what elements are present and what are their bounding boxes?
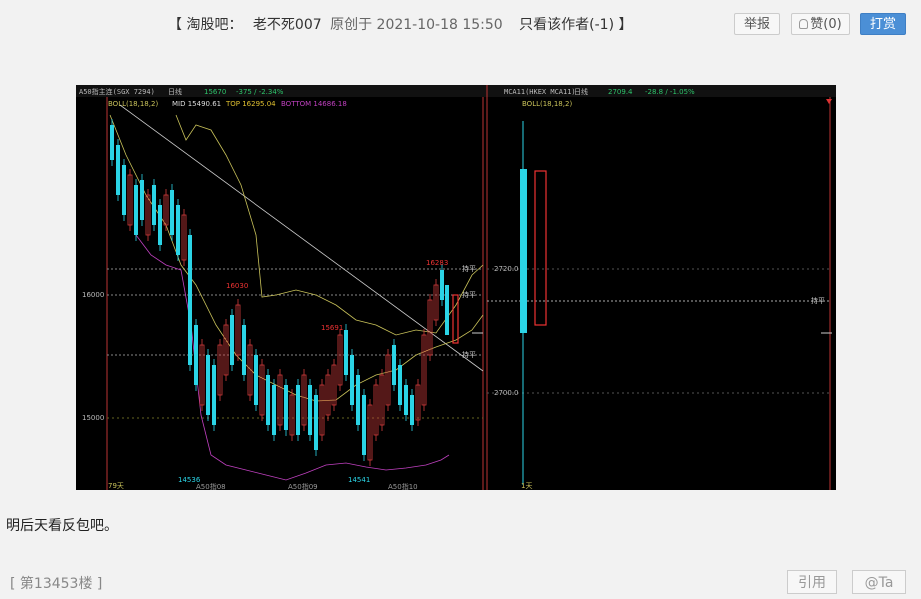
like-button[interactable]: 赞(0) — [791, 13, 850, 35]
at-button[interactable]: @Ta — [852, 570, 906, 594]
left-level-label-3: 持平 — [462, 350, 476, 359]
right-price: 2709.4 — [608, 88, 633, 96]
right-level-label: 持平 — [811, 296, 825, 305]
left-bottom-label-3: A50指09 — [288, 482, 318, 490]
post-body-text: 明后天看反包吧。 — [6, 518, 118, 534]
left-bottom-label-2: A50指08 — [196, 482, 226, 490]
left-bottom-label-1: 79天 — [108, 482, 124, 490]
left-annotation-3: 15691 — [321, 324, 343, 332]
like-label: 赞(0) — [810, 17, 842, 32]
report-button[interactable]: 举报 — [734, 13, 780, 35]
left-change: -375 / -2.34% — [236, 88, 284, 96]
bracket-close: 】 — [618, 17, 633, 33]
post-meta: 原创于 2021-10-18 15:50 — [330, 17, 503, 33]
left-bottom-label-4: A50指10 — [388, 482, 418, 490]
left-bottom: BOTTOM 14686.18 — [281, 100, 347, 108]
right-candle-down — [520, 169, 527, 333]
right-period: 日线 — [574, 87, 588, 96]
left-ytick-16000: 16000 — [82, 291, 104, 299]
left-level-label-1: 持平 — [462, 264, 476, 273]
left-mid: MID 15490.61 — [172, 100, 221, 108]
right-indicator: BOLL(18,18,2) — [522, 100, 572, 108]
right-change: -28.8 / -1.05% — [645, 88, 695, 96]
post-header: 【 淘股吧： 老不死007 原创于 2021-10-18 15:50 只看该作者… — [168, 14, 633, 34]
kline-chart-image: A50指主连(SGX 7294) 日线 15670 -375 / -2.34% … — [76, 85, 836, 490]
left-annotation-5: 14541 — [348, 476, 370, 484]
left-indicator: BOLL(18,18,2) — [108, 100, 158, 108]
right-ytick-2700: 2700.0 — [494, 389, 519, 397]
tip-button[interactable]: 打赏 — [860, 13, 906, 35]
only-author-link[interactable]: 只看该作者(-1) — [519, 17, 614, 33]
right-ytick-2720: 2720.0 — [494, 265, 519, 273]
lightbulb-icon — [799, 19, 809, 29]
left-ytick-15000: 15000 — [82, 414, 104, 422]
quote-button[interactable]: 引用 — [787, 570, 837, 594]
left-title: A50指主连(SGX 7294) — [79, 87, 155, 96]
forum-name[interactable]: 淘股吧： — [186, 17, 242, 33]
left-annotation-2: 16030 — [226, 282, 248, 290]
left-price: 15670 — [204, 88, 226, 96]
left-level-label-2: 持平 — [462, 290, 476, 299]
left-annotation-1: 16283 — [426, 259, 448, 267]
left-period: 日线 — [168, 87, 182, 96]
author-name[interactable]: 老不死007 — [253, 17, 322, 33]
floor-number: [ 第13453楼 ] — [10, 576, 103, 592]
bracket-open: 【 — [168, 17, 182, 33]
right-title: MCA11(HKEX MCA11) — [504, 88, 576, 96]
left-top: TOP 16295.04 — [225, 100, 276, 108]
right-bottom-label: 1天 — [521, 482, 532, 490]
